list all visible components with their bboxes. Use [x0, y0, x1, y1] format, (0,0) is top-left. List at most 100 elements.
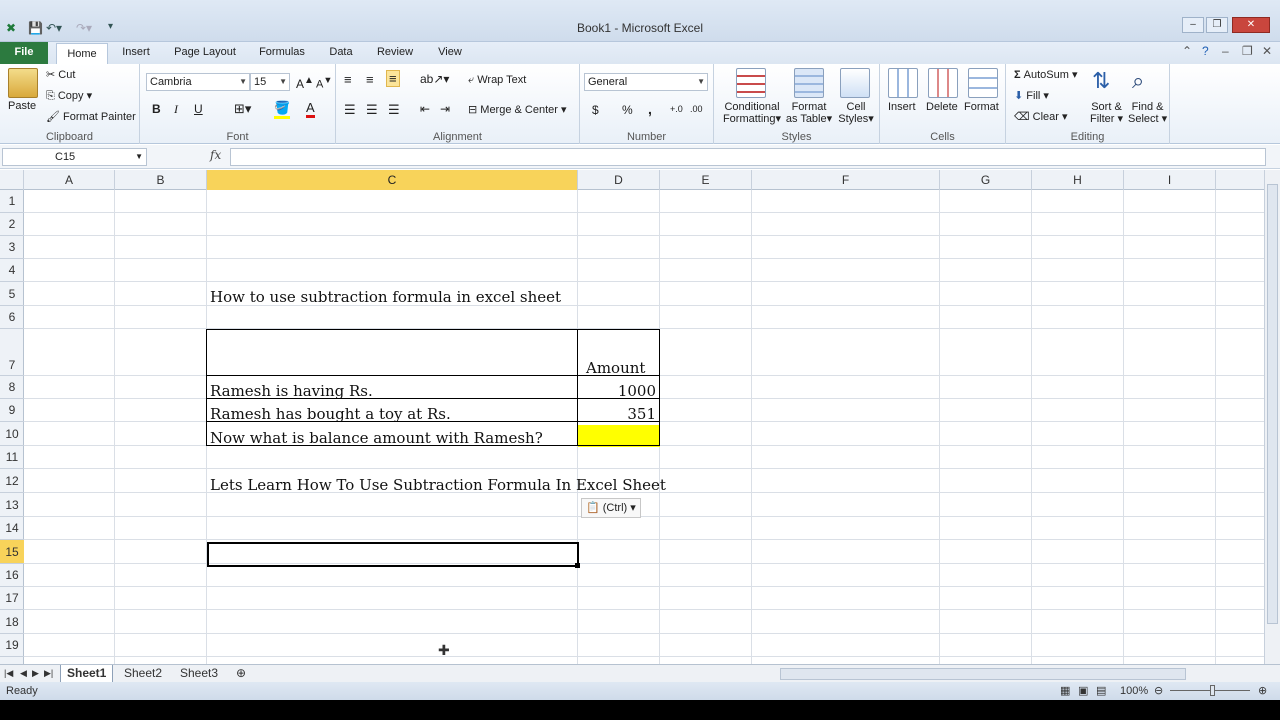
cell-c5[interactable]: How to use subtraction formula in excel …: [210, 288, 561, 306]
paste-button[interactable]: Paste: [8, 100, 36, 112]
zoom-out-icon[interactable]: ⊖: [1154, 682, 1163, 700]
row-header[interactable]: 15: [0, 540, 24, 564]
formula-input[interactable]: [230, 148, 1266, 166]
currency-button[interactable]: $: [592, 103, 599, 117]
column-header-a[interactable]: A: [24, 170, 115, 190]
minimize-ribbon-icon[interactable]: ⌃: [1182, 44, 1192, 58]
column-header-d[interactable]: D: [578, 170, 660, 190]
paste-options-button[interactable]: 📋 (Ctrl) ▾: [581, 498, 641, 518]
row-header[interactable]: 6: [0, 306, 24, 329]
bold-button[interactable]: B: [152, 102, 161, 116]
column-header-h[interactable]: H: [1032, 170, 1124, 190]
row-header[interactable]: 7: [0, 329, 24, 376]
worksheet-grid[interactable]: How to use subtraction formula in excel …: [24, 190, 1264, 664]
insert-function-icon[interactable]: fx: [210, 148, 221, 162]
column-header-g[interactable]: G: [940, 170, 1032, 190]
help-icon[interactable]: ?: [1202, 44, 1209, 58]
row-header[interactable]: 5: [0, 282, 24, 306]
column-header-i[interactable]: I: [1124, 170, 1216, 190]
autosum-button[interactable]: Σ AutoSum ▾: [1014, 68, 1078, 81]
tab-formulas[interactable]: Formulas: [254, 42, 310, 64]
tab-insert[interactable]: Insert: [116, 42, 156, 64]
column-header-f[interactable]: F: [752, 170, 940, 190]
cut-button[interactable]: ✂ Cut: [46, 68, 75, 81]
row-header[interactable]: 8: [0, 376, 24, 399]
align-middle-icon[interactable]: ≡: [366, 72, 374, 87]
tab-home[interactable]: Home: [56, 43, 108, 65]
row-header[interactable]: 13: [0, 493, 24, 517]
row-header[interactable]: 3: [0, 236, 24, 259]
vertical-scrollbar[interactable]: [1264, 170, 1280, 664]
page-layout-view-icon[interactable]: ▣: [1078, 682, 1088, 700]
page-break-view-icon[interactable]: ▤: [1096, 682, 1106, 700]
row-header[interactable]: 14: [0, 517, 24, 540]
tab-page-layout[interactable]: Page Layout: [168, 42, 242, 64]
insert-sheet-icon[interactable]: ⊕: [230, 665, 252, 683]
column-header-b[interactable]: B: [115, 170, 207, 190]
row-header[interactable]: 16: [0, 564, 24, 587]
paste-icon[interactable]: [8, 68, 38, 98]
decrease-indent-icon[interactable]: ⇤: [420, 102, 430, 116]
tab-data[interactable]: Data: [324, 42, 358, 64]
align-left-icon[interactable]: ☰: [344, 102, 356, 118]
row-header[interactable]: 2: [0, 213, 24, 236]
delete-cells-button[interactable]: Delete: [926, 101, 958, 113]
zoom-slider-thumb[interactable]: [1210, 685, 1215, 696]
doc-minimize-icon[interactable]: –: [1222, 44, 1229, 58]
percent-button[interactable]: %: [622, 103, 633, 117]
italic-button[interactable]: I: [174, 102, 178, 117]
font-color-icon[interactable]: A: [306, 100, 315, 118]
align-top-icon[interactable]: ≡: [344, 72, 352, 87]
tab-view[interactable]: View: [432, 42, 468, 64]
fill-button[interactable]: ⬇ Fill ▾: [1014, 89, 1049, 102]
last-sheet-icon[interactable]: ▶|: [42, 665, 55, 683]
zoom-level[interactable]: 100%: [1120, 682, 1148, 700]
next-sheet-icon[interactable]: ▶: [30, 665, 41, 683]
vertical-scroll-thumb[interactable]: [1267, 184, 1278, 624]
sort-filter-button[interactable]: Sort & Filter ▾: [1090, 101, 1123, 125]
minimize-icon[interactable]: –: [1182, 17, 1204, 33]
increase-decimal-icon[interactable]: +.0: [670, 104, 683, 114]
row-header[interactable]: 12: [0, 469, 24, 493]
number-format-combo[interactable]: General ▼: [584, 73, 708, 91]
font-size-combo[interactable]: 15 ▼: [250, 73, 290, 91]
fill-color-icon[interactable]: 🪣: [274, 100, 291, 119]
format-painter-button[interactable]: 🖌 Format Painter: [46, 110, 136, 123]
tab-file[interactable]: File: [0, 42, 48, 64]
row-header[interactable]: 4: [0, 259, 24, 282]
row-header[interactable]: 10: [0, 422, 24, 446]
shrink-font-icon[interactable]: A▼: [316, 75, 332, 91]
orientation-icon[interactable]: ab↗▾: [420, 72, 449, 86]
comma-button[interactable]: ,: [648, 101, 652, 117]
row-header[interactable]: 18: [0, 610, 24, 634]
clear-button[interactable]: ⌫ Clear ▾: [1014, 110, 1068, 123]
font-name-combo[interactable]: Cambria ▼: [146, 73, 250, 91]
align-bottom-icon[interactable]: ≡: [386, 70, 400, 87]
column-header-e[interactable]: E: [660, 170, 752, 190]
borders-icon[interactable]: ⊞▾: [234, 101, 251, 117]
select-all-corner[interactable]: [0, 170, 24, 190]
doc-close-icon[interactable]: ✕: [1262, 44, 1272, 58]
cell-styles-button[interactable]: Cell Styles▾: [836, 101, 876, 125]
normal-view-icon[interactable]: ▦: [1060, 682, 1070, 700]
wrap-text-button[interactable]: ⤶ Wrap Text: [468, 74, 526, 87]
zoom-in-icon[interactable]: ⊕: [1258, 682, 1267, 700]
row-header[interactable]: 1: [0, 190, 24, 213]
increase-indent-icon[interactable]: ⇥: [440, 102, 450, 116]
merge-center-button[interactable]: ⊟ Merge & Center ▾: [468, 103, 567, 116]
row-header[interactable]: 9: [0, 399, 24, 422]
name-box[interactable]: C15 ▼: [2, 148, 147, 166]
column-header-c[interactable]: C: [207, 170, 578, 190]
cell-d10-highlight[interactable]: [578, 425, 660, 447]
conditional-formatting-button[interactable]: Conditional Formatting▾: [720, 101, 784, 125]
tab-review[interactable]: Review: [372, 42, 418, 64]
restore-icon[interactable]: ❐: [1206, 17, 1228, 33]
sheet-tab-sheet2[interactable]: Sheet2: [118, 665, 168, 683]
name-box-dropdown-icon[interactable]: ▼: [135, 149, 143, 165]
grow-font-icon[interactable]: A▲: [296, 75, 314, 91]
prev-sheet-icon[interactable]: ◀: [18, 665, 29, 683]
insert-cells-button[interactable]: Insert: [888, 101, 916, 113]
decrease-decimal-icon[interactable]: .00: [690, 104, 703, 114]
align-center-icon[interactable]: ☰: [366, 102, 378, 118]
row-header[interactable]: 17: [0, 587, 24, 610]
